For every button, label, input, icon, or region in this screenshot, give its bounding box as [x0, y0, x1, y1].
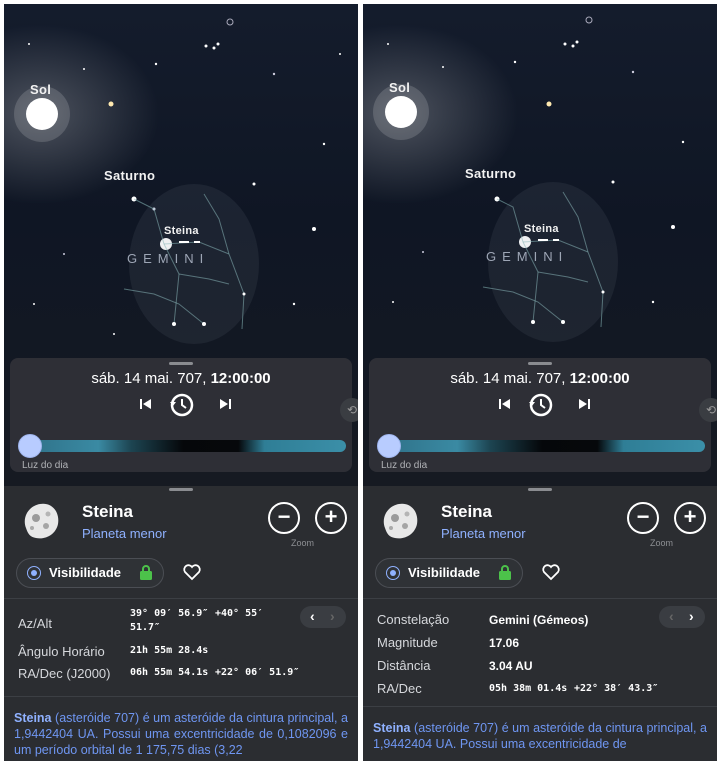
next-page-button[interactable]: ›	[330, 608, 335, 624]
prev-page-button[interactable]: ‹	[669, 608, 674, 624]
detail-value: +40° 55′	[215, 608, 264, 619]
detail-label: Distância	[377, 658, 431, 673]
asteroid-avatar	[24, 503, 59, 539]
detail-value: 17.06	[489, 636, 520, 650]
right-screen: Sol Saturno Steina GEMINI sáb. 14 mai. 7…	[363, 4, 717, 761]
constellation-label: GEMINI	[127, 251, 210, 266]
asteroid-avatar	[383, 503, 418, 539]
steina-label[interactable]: Steina	[164, 225, 199, 237]
divider	[363, 598, 717, 599]
object-type: Planeta menor	[441, 526, 526, 541]
time-reset-icon[interactable]: ⟲	[699, 398, 717, 422]
favorite-heart-icon[interactable]	[182, 562, 202, 582]
detail-value: 21h 55m 28.4s	[130, 645, 209, 656]
object-description: Steina (asteróide 707) é um asteróide da…	[14, 711, 348, 757]
detail-label: RA/Dec (J2000)	[18, 666, 111, 681]
timeline-knob[interactable]	[18, 434, 42, 458]
saturn-label[interactable]: Saturno	[465, 166, 516, 181]
visibility-label: Visibilidade	[49, 565, 122, 580]
object-type: Planeta menor	[82, 526, 167, 541]
detail-value: 05h 38m 01.4s	[489, 683, 568, 694]
divider	[4, 696, 358, 697]
detail-label: Ângulo Horário	[18, 644, 105, 659]
zoom-label: Zoom	[291, 538, 315, 548]
detail-label: Magnitude	[377, 635, 438, 650]
time-reset-icon[interactable]: ⟲	[340, 398, 358, 422]
zoom-label: Zoom	[650, 538, 674, 548]
visibility-button[interactable]: Visibilidade	[375, 558, 523, 588]
sky-view[interactable]: Sol Saturno Steina GEMINI sáb. 14 mai. 7…	[363, 4, 717, 486]
lock-icon	[499, 565, 511, 580]
divider	[4, 598, 358, 599]
object-name: Steina	[441, 502, 493, 521]
object-name: Steina	[82, 502, 134, 521]
detail-value: 06h 55m 54.1s	[130, 667, 209, 678]
detail-value: +22° 06′ 51.9″	[215, 667, 300, 678]
zoom-in-button[interactable]: +	[674, 502, 706, 534]
next-page-button[interactable]: ›	[689, 608, 694, 624]
saturn-label[interactable]: Saturno	[104, 168, 155, 183]
detail-pager: ‹ ›	[659, 606, 705, 628]
drag-handle[interactable]	[528, 362, 552, 365]
favorite-heart-icon[interactable]	[541, 562, 561, 582]
date-time[interactable]: sáb. 14 mai. 707, 12:00:00	[369, 370, 711, 387]
zoom-in-button[interactable]: +	[315, 502, 347, 534]
divider	[363, 706, 717, 707]
time-panel: sáb. 14 mai. 707, 12:00:00 Luz do dia	[369, 358, 711, 472]
daylight-label: Luz do dia	[22, 460, 69, 471]
visibility-label: Visibilidade	[408, 565, 481, 580]
visibility-button[interactable]: Visibilidade	[16, 558, 164, 588]
detail-label: Constelação	[377, 612, 450, 627]
detail-value: +22° 38′ 43.3″	[574, 683, 659, 694]
detail-label: Az/Alt	[18, 616, 52, 631]
date-time[interactable]: sáb. 14 mai. 707, 12:00:00	[10, 370, 352, 387]
sun-label[interactable]: Sol	[30, 82, 51, 97]
timeline-knob[interactable]	[377, 434, 401, 458]
steina-label[interactable]: Steina	[524, 223, 559, 235]
left-screen: Sol Saturno Steina GEMINI sáb. 14 mai. 7…	[4, 4, 358, 761]
zoom-out-button[interactable]: −	[627, 502, 659, 534]
zoom-out-button[interactable]: −	[268, 502, 300, 534]
time-panel: sáb. 14 mai. 707, 12:00:00 Luz do dia	[10, 358, 352, 472]
info-drag-handle[interactable]	[528, 488, 552, 491]
sun-label[interactable]: Sol	[389, 80, 410, 95]
object-description: Steina (asteróide 707) é um asteróide da…	[373, 721, 707, 751]
object-info-panel: Steina Planeta menor − + Zoom Visibilida…	[363, 486, 717, 761]
constellation-label: GEMINI	[486, 249, 569, 264]
daylight-label: Luz do dia	[381, 460, 428, 471]
target-icon	[27, 566, 41, 580]
detail-label: RA/Dec	[377, 681, 422, 696]
detail-value: Gemini (Gémeos)	[489, 613, 589, 627]
detail-value: 3.04 AU	[489, 659, 533, 673]
daylight-timeline[interactable]	[20, 440, 346, 452]
detail-value: 51.7″	[130, 622, 161, 633]
prev-page-button[interactable]: ‹	[310, 608, 315, 624]
drag-handle[interactable]	[169, 362, 193, 365]
lock-icon	[140, 565, 152, 580]
detail-pager: ‹ ›	[300, 606, 346, 628]
object-info-panel: Steina Planeta menor − + Zoom Visibilida…	[4, 486, 358, 761]
daylight-timeline[interactable]	[379, 440, 705, 452]
detail-value: 39° 09′ 56.9″	[130, 608, 209, 619]
info-drag-handle[interactable]	[169, 488, 193, 491]
target-icon	[386, 566, 400, 580]
sky-view[interactable]: Sol Saturno Steina GEMINI sáb. 14 mai. 7…	[4, 4, 358, 486]
